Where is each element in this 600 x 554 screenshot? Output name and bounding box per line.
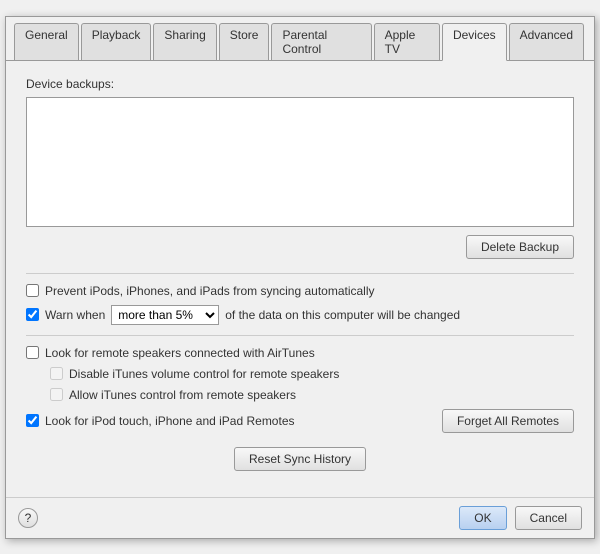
warn-when-label-after: of the data on this computer will be cha… [225,308,460,322]
disable-volume-checkbox[interactable] [50,367,63,380]
tab-devices[interactable]: Devices [442,23,507,61]
remote-speakers-checkbox[interactable] [26,346,39,359]
remote-speakers-label: Look for remote speakers connected with … [45,346,315,360]
tab-store[interactable]: Store [219,23,270,60]
ipod-remotes-label: Look for iPod touch, iPhone and iPad Rem… [45,414,432,428]
allow-control-label: Allow iTunes control from remote speaker… [69,388,296,402]
tab-playback[interactable]: Playback [81,23,152,60]
divider-1 [26,273,574,274]
tab-sharing[interactable]: Sharing [153,23,216,60]
device-backups-label: Device backups: [26,77,574,91]
reset-sync-row: Reset Sync History [26,447,574,471]
device-backups-list [26,97,574,227]
divider-2 [26,335,574,336]
tab-general[interactable]: General [14,23,79,60]
disable-volume-label: Disable iTunes volume control for remote… [69,367,339,381]
help-button[interactable]: ? [18,508,38,528]
prevent-sync-row: Prevent iPods, iPhones, and iPads from s… [26,284,574,298]
prevent-sync-label: Prevent iPods, iPhones, and iPads from s… [45,284,375,298]
ok-button[interactable]: OK [459,506,506,530]
tab-bar: General Playback Sharing Store Parental … [6,17,594,61]
disable-volume-row: Disable iTunes volume control for remote… [26,367,574,381]
forget-all-remotes-button[interactable]: Forget All Remotes [442,409,574,433]
delete-backup-button[interactable]: Delete Backup [466,235,574,259]
tab-apple-tv[interactable]: Apple TV [374,23,440,60]
tab-parental-control[interactable]: Parental Control [271,23,371,60]
reset-sync-history-button[interactable]: Reset Sync History [234,447,366,471]
allow-control-checkbox[interactable] [50,388,63,401]
warn-when-label-before: Warn when [45,308,105,322]
tab-advanced[interactable]: Advanced [509,23,584,60]
tab-content-devices: Device backups: Delete Backup Prevent iP… [6,61,594,497]
ipod-remotes-checkbox[interactable] [26,414,39,427]
delete-backup-row: Delete Backup [26,235,574,259]
footer-buttons: OK Cancel [459,506,582,530]
cancel-button[interactable]: Cancel [515,506,582,530]
warn-when-row: Warn when more than 5% more than 10% mor… [26,305,574,325]
warn-when-select[interactable]: more than 5% more than 10% more than 25% [111,305,219,325]
remote-speakers-row: Look for remote speakers connected with … [26,346,574,360]
dialog-footer: ? OK Cancel [6,497,594,538]
prevent-sync-checkbox[interactable] [26,284,39,297]
allow-control-row: Allow iTunes control from remote speaker… [26,388,574,402]
dialog: General Playback Sharing Store Parental … [5,16,595,539]
warn-when-checkbox[interactable] [26,308,39,321]
ipod-remotes-row: Look for iPod touch, iPhone and iPad Rem… [26,409,574,433]
